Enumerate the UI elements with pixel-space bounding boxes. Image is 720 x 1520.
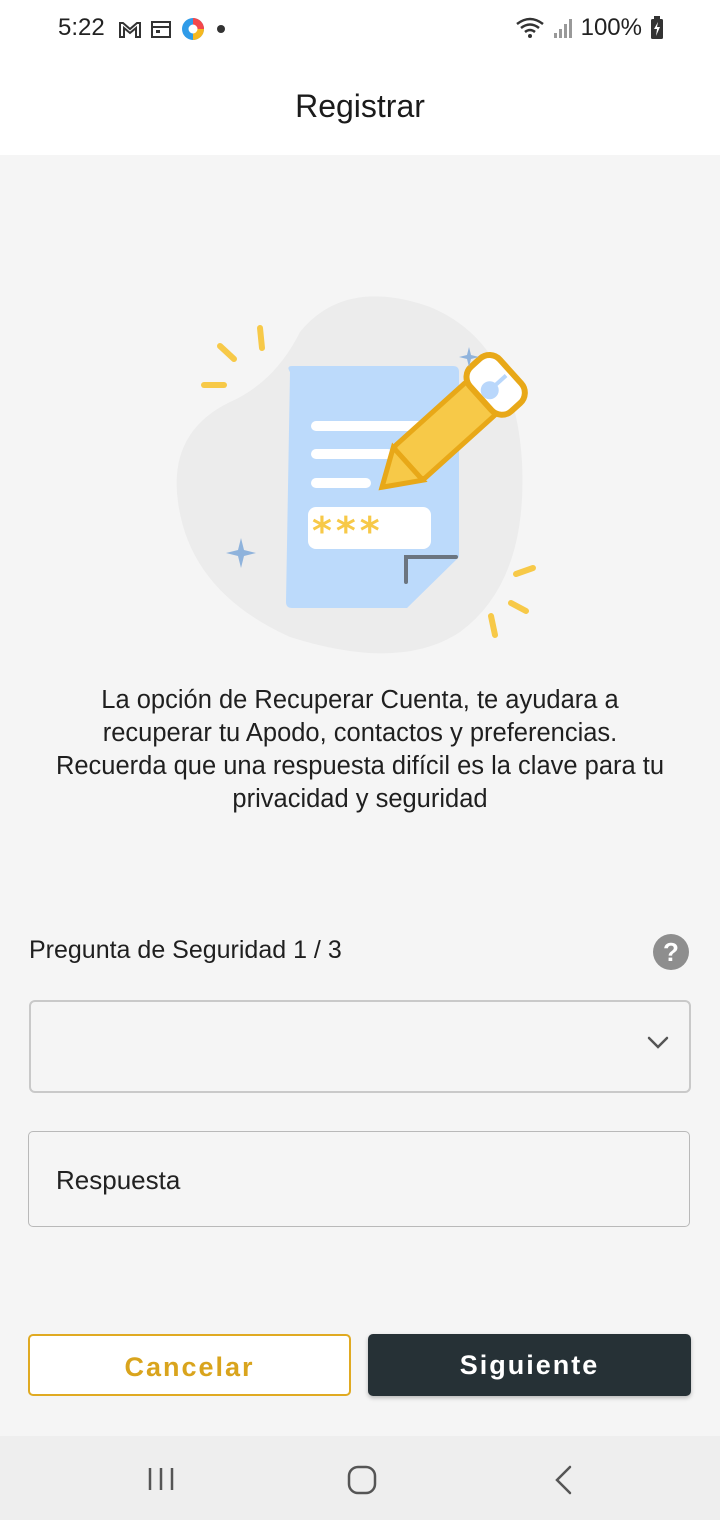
app-icon	[182, 18, 204, 40]
dot-icon	[217, 25, 225, 33]
home-icon[interactable]	[346, 1464, 378, 1496]
battery-charging-icon	[651, 16, 663, 39]
status-time: 5:22	[58, 14, 105, 41]
calendar-icon	[151, 21, 171, 38]
next-button[interactable]: Siguiente	[368, 1334, 691, 1396]
notification-icons	[118, 16, 228, 42]
chevron-down-icon	[647, 1036, 669, 1049]
info-line: privacidad y seguridad	[232, 785, 488, 813]
battery-percent: 100%	[580, 14, 642, 41]
system-nav-bar	[0, 1436, 720, 1520]
security-question-label: Pregunta de Seguridad 1 / 3	[29, 936, 342, 964]
help-icon[interactable]: ?	[653, 934, 689, 970]
recovery-info-text: La opción de Recuperar Cuenta, te ayudar…	[20, 684, 700, 816]
recent-apps-icon[interactable]	[146, 1466, 176, 1492]
document-pen-illustration: ***	[176, 296, 536, 654]
gmail-icon	[119, 22, 141, 38]
info-line: recuperar tu Apodo, contactos y preferen…	[102, 719, 618, 747]
cancel-button[interactable]: Cancelar	[28, 1334, 351, 1396]
back-icon[interactable]	[552, 1464, 574, 1496]
document-shape	[286, 366, 459, 608]
app-header: Registrar	[0, 58, 720, 155]
status-bar: 5:22 100%	[0, 0, 720, 58]
answer-placeholder: Respuesta	[56, 1165, 181, 1195]
info-line: Recuerda que una respuesta difícil es la…	[55, 752, 665, 780]
signal-icon	[553, 19, 572, 38]
page-title: Registrar	[295, 88, 425, 124]
svg-text:***: ***	[312, 509, 384, 553]
status-right: 100%	[515, 14, 664, 42]
wifi-icon	[515, 17, 544, 38]
info-line: La opción de Recuperar Cuenta, te ayudar…	[101, 686, 619, 714]
security-question-select[interactable]	[29, 1000, 691, 1093]
answer-input[interactable]: Respuesta	[28, 1131, 690, 1227]
